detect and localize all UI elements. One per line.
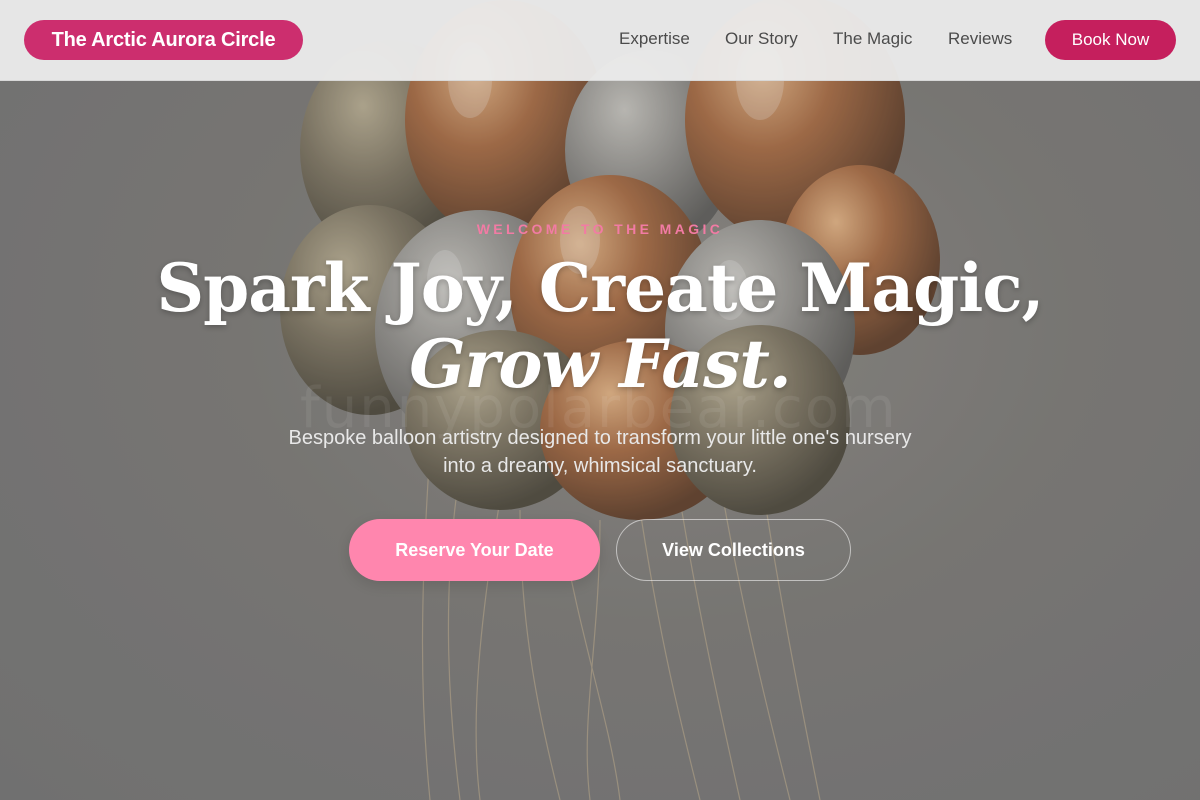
site-header: The Arctic Aurora Circle Expertise Our S… — [0, 0, 1200, 81]
brand-logo[interactable]: The Arctic Aurora Circle — [24, 20, 303, 60]
hero-eyebrow: WELCOME TO THE MAGIC — [476, 221, 724, 237]
nav-link-the-magic[interactable]: The Magic — [833, 29, 912, 49]
view-collections-button[interactable]: View Collections — [616, 519, 851, 581]
book-now-button[interactable]: Book Now — [1045, 20, 1176, 60]
headline-line-1: Spark Joy, Create Magic, — [156, 249, 1044, 327]
reserve-date-button[interactable]: Reserve Your Date — [349, 519, 600, 581]
nav-link-our-story[interactable]: Our Story — [725, 29, 798, 49]
hero-subtext: Bespoke balloon artistry designed to tra… — [288, 427, 912, 477]
headline-line-2: Grow Fast. — [409, 325, 792, 403]
nav-link-expertise[interactable]: Expertise — [619, 29, 690, 49]
page: funnypolarbear.com The Arctic Aurora Cir… — [0, 0, 1200, 800]
nav-link-reviews[interactable]: Reviews — [948, 29, 1012, 49]
hero-headline: Spark Joy, Create Magic, Grow Fast. — [0, 250, 1200, 402]
